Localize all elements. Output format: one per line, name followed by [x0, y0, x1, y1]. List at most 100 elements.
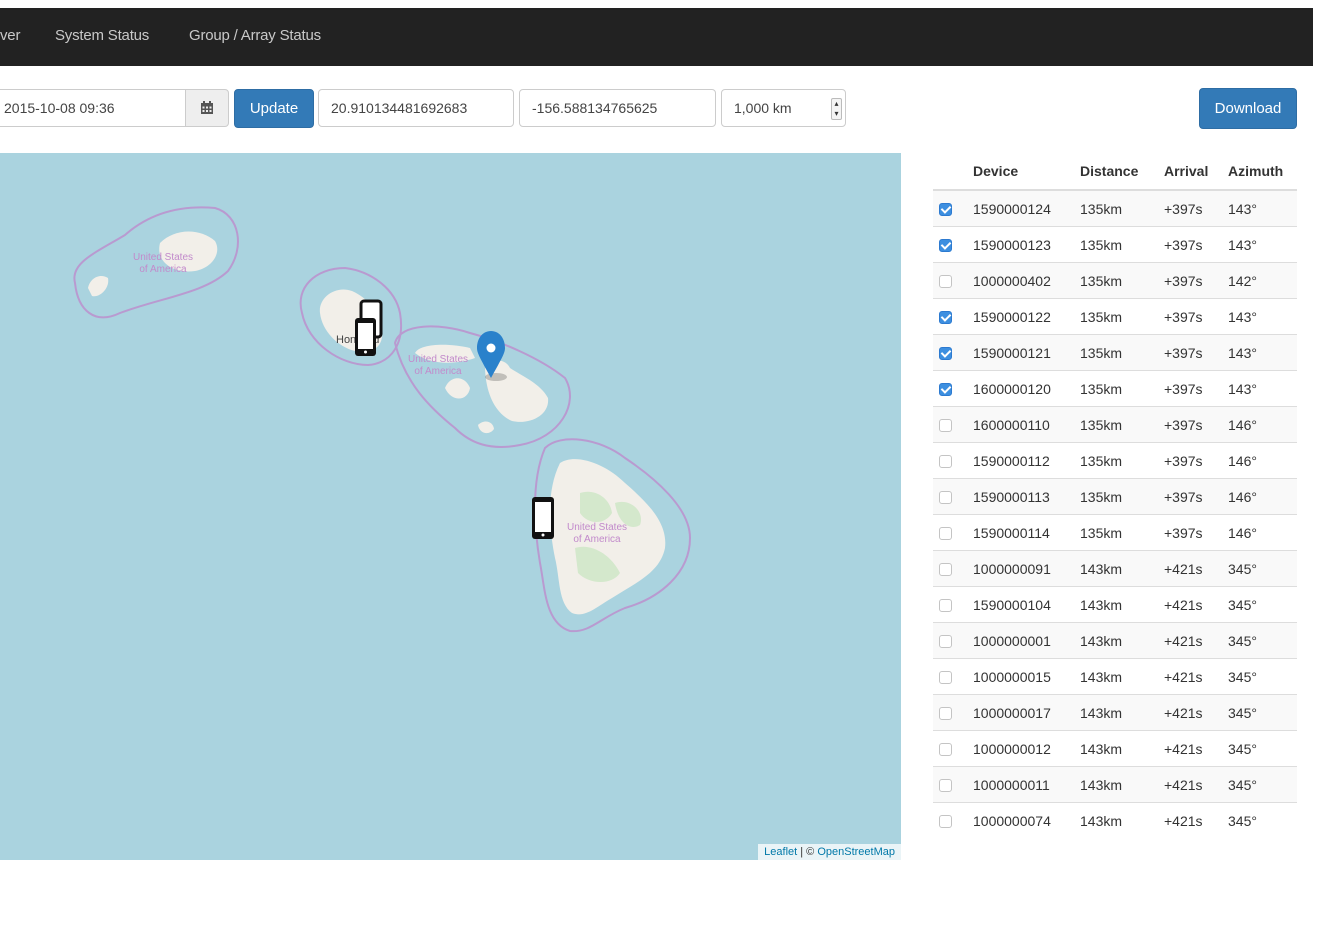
map-label-2: United States: [408, 354, 468, 365]
attribution-separator: | ©: [797, 846, 818, 858]
cell-azimuth: 143°: [1228, 298, 1297, 335]
table-row[interactable]: 1590000124 135km +397s 143°: [933, 189, 1297, 227]
row-checkbox[interactable]: [939, 635, 952, 649]
cell-distance: 135km: [1080, 406, 1164, 443]
table-row[interactable]: 1590000122 135km +397s 143°: [933, 298, 1297, 335]
row-checkbox[interactable]: [939, 599, 952, 613]
device-marker-2[interactable]: [355, 318, 376, 356]
table-row[interactable]: 1590000123 135km +397s 143°: [933, 226, 1297, 263]
table-row[interactable]: 1590000113 135km +397s 146°: [933, 478, 1297, 515]
row-checkbox[interactable]: [939, 311, 952, 325]
row-checkbox-cell: [933, 262, 973, 299]
cell-device: 1590000113: [973, 478, 1080, 515]
cell-arrival: +397s: [1164, 478, 1228, 515]
navbar: ver System Status Group / Array Status: [0, 8, 1313, 66]
cell-distance: 135km: [1080, 298, 1164, 335]
cell-device: 1600000120: [973, 370, 1080, 407]
table-header-row: Device Distance Arrival Azimuth: [933, 153, 1297, 191]
cell-distance: 135km: [1080, 334, 1164, 371]
row-checkbox[interactable]: [939, 527, 952, 541]
row-checkbox[interactable]: [939, 779, 952, 793]
table-row[interactable]: 1600000110 135km +397s 146°: [933, 406, 1297, 443]
cell-azimuth: 143°: [1228, 189, 1297, 227]
calendar-icon: [201, 101, 213, 114]
openstreetmap-link[interactable]: OpenStreetMap: [817, 846, 895, 858]
row-checkbox[interactable]: [939, 275, 952, 289]
table-row[interactable]: 1000000012 143km +421s 345°: [933, 730, 1297, 767]
cell-device: 1000000015: [973, 658, 1080, 695]
cell-distance: 143km: [1080, 802, 1164, 838]
cell-device: 1600000110: [973, 406, 1080, 443]
row-checkbox[interactable]: [939, 707, 952, 721]
range-select[interactable]: 1,000 km ▴ ▾: [721, 89, 846, 127]
device-table-container[interactable]: Device Distance Arrival Azimuth 15900001…: [933, 153, 1298, 859]
nav-link-system-status[interactable]: System Status: [55, 27, 149, 44]
cell-device: 1000000091: [973, 550, 1080, 587]
cell-device: 1590000122: [973, 298, 1080, 335]
island-niihau: [88, 276, 109, 297]
cell-arrival: +421s: [1164, 550, 1228, 587]
map[interactable]: United States of America United States o…: [0, 153, 901, 860]
table-row[interactable]: 1000000001 143km +421s 345°: [933, 622, 1297, 659]
calendar-button[interactable]: [185, 89, 229, 127]
leaflet-link[interactable]: Leaflet: [764, 846, 797, 858]
row-checkbox-cell: [933, 730, 973, 767]
cell-azimuth: 146°: [1228, 406, 1297, 443]
update-button[interactable]: Update: [234, 89, 314, 128]
cell-azimuth: 345°: [1228, 766, 1297, 803]
cell-arrival: +421s: [1164, 658, 1228, 695]
cell-azimuth: 143°: [1228, 226, 1297, 263]
row-checkbox[interactable]: [939, 563, 952, 577]
cell-arrival: +421s: [1164, 730, 1228, 767]
nav-link-group-array-status[interactable]: Group / Array Status: [189, 27, 321, 44]
cell-device: 1000000011: [973, 766, 1080, 803]
cell-distance: 135km: [1080, 370, 1164, 407]
cell-distance: 135km: [1080, 189, 1164, 227]
table-row[interactable]: 1590000121 135km +397s 143°: [933, 334, 1297, 371]
table-row[interactable]: 1590000114 135km +397s 146°: [933, 514, 1297, 551]
header-azimuth[interactable]: Azimuth: [1228, 153, 1297, 191]
table-row[interactable]: 1000000074 143km +421s 345°: [933, 802, 1297, 838]
row-checkbox[interactable]: [939, 671, 952, 685]
cell-device: 1590000121: [973, 334, 1080, 371]
datetime-input[interactable]: 2015-10-08 09:36: [0, 89, 186, 127]
cell-distance: 143km: [1080, 586, 1164, 623]
row-checkbox[interactable]: [939, 491, 952, 505]
header-device[interactable]: Device: [973, 153, 1080, 191]
row-checkbox-cell: [933, 370, 973, 407]
row-checkbox[interactable]: [939, 455, 952, 469]
table-row[interactable]: 1000000402 135km +397s 142°: [933, 262, 1297, 299]
cell-azimuth: 345°: [1228, 694, 1297, 731]
longitude-input[interactable]: -156.588134765625: [519, 89, 716, 127]
table-row[interactable]: 1000000015 143km +421s 345°: [933, 658, 1297, 695]
cell-device: 1590000123: [973, 226, 1080, 263]
cell-distance: 135km: [1080, 226, 1164, 263]
row-checkbox[interactable]: [939, 203, 952, 217]
row-checkbox[interactable]: [939, 815, 952, 829]
table-row[interactable]: 1590000112 135km +397s 146°: [933, 442, 1297, 479]
row-checkbox[interactable]: [939, 239, 952, 253]
row-checkbox-cell: [933, 406, 973, 443]
select-stepper-icon: ▴ ▾: [831, 98, 842, 120]
row-checkbox[interactable]: [939, 419, 952, 433]
cell-device: 1000000001: [973, 622, 1080, 659]
latitude-input[interactable]: 20.910134481692683: [318, 89, 514, 127]
row-checkbox[interactable]: [939, 383, 952, 397]
table-row[interactable]: 1000000017 143km +421s 345°: [933, 694, 1297, 731]
row-checkbox[interactable]: [939, 743, 952, 757]
cell-azimuth: 345°: [1228, 586, 1297, 623]
nav-brand-link[interactable]: ver: [0, 27, 20, 44]
table-row[interactable]: 1600000120 135km +397s 143°: [933, 370, 1297, 407]
table-row[interactable]: 1590000104 143km +421s 345°: [933, 586, 1297, 623]
row-checkbox-cell: [933, 550, 973, 587]
header-arrival[interactable]: Arrival: [1164, 153, 1228, 191]
header-select: [933, 153, 973, 191]
header-distance[interactable]: Distance: [1080, 153, 1164, 191]
device-marker-3[interactable]: [532, 497, 554, 539]
row-checkbox-cell: [933, 298, 973, 335]
row-checkbox[interactable]: [939, 347, 952, 361]
download-button[interactable]: Download: [1199, 88, 1297, 129]
table-row[interactable]: 1000000091 143km +421s 345°: [933, 550, 1297, 587]
table-row[interactable]: 1000000011 143km +421s 345°: [933, 766, 1297, 803]
cell-azimuth: 142°: [1228, 262, 1297, 299]
